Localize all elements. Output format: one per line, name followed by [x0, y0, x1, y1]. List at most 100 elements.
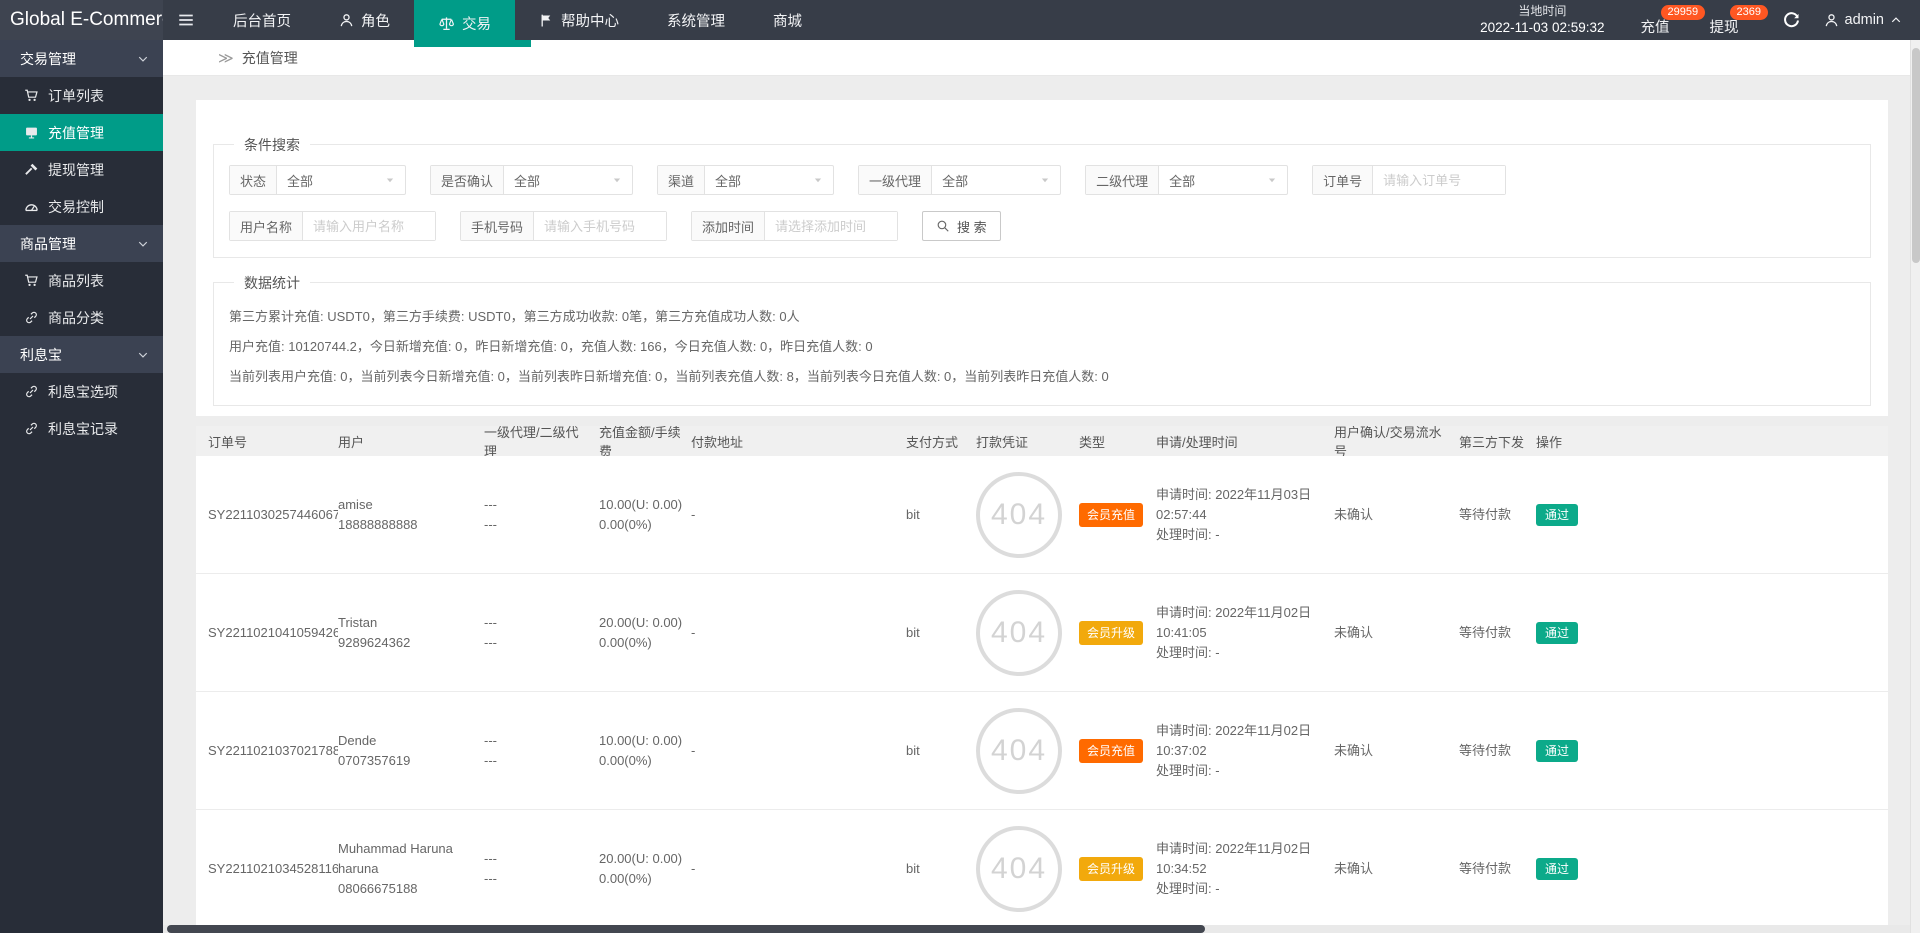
- filter-input[interactable]: [1373, 166, 1505, 194]
- column-header-0: 订单号: [208, 426, 338, 456]
- filter-select-value: 全部: [1169, 171, 1195, 190]
- user-name: amise: [338, 495, 476, 515]
- nav-tab-label: 角色: [361, 10, 390, 31]
- pay-address-cell: -: [691, 692, 906, 809]
- header-right: 当地时间 2022-11-03 02:59:32 充值 29959 提现 236…: [1480, 0, 1920, 40]
- vertical-scrollbar-thumb[interactable]: [1912, 48, 1920, 263]
- type-badge: 会员充值: [1079, 503, 1143, 527]
- caret-down-icon: [1267, 175, 1277, 185]
- horizontal-scrollbar: [163, 925, 1910, 933]
- type-badge: 会员升级: [1079, 621, 1143, 645]
- page-content: 条件搜索 状态全部是否确认全部渠道全部一级代理全部二级代理全部订单号 用户名称手…: [163, 76, 1910, 933]
- filter-row-1: 状态全部是否确认全部渠道全部一级代理全部二级代理全部订单号: [229, 165, 1855, 195]
- action-cell: 通过: [1536, 692, 1888, 809]
- refresh-button[interactable]: [1783, 12, 1800, 29]
- order-no-cell: SY2211021034528116: [208, 810, 338, 927]
- column-header-1: 用户: [338, 426, 484, 456]
- sidebar-item-3[interactable]: 提现管理: [0, 151, 163, 188]
- filter-input[interactable]: [765, 212, 897, 240]
- sidebar-toggle-button[interactable]: [163, 0, 209, 40]
- link-icon: [24, 310, 39, 325]
- filter-select[interactable]: 全部: [277, 166, 405, 194]
- time-cell: 申请时间: 2022年11月02日 10:37:02处理时间: -: [1156, 692, 1334, 809]
- nav-tab-1[interactable]: 角色: [315, 0, 414, 40]
- sidebar: 交易管理订单列表充值管理提现管理交易控制商品管理商品列表商品分类利息宝利息宝选项…: [0, 40, 163, 933]
- user-icon: [339, 13, 354, 28]
- sidebar-item-6[interactable]: 商品列表: [0, 262, 163, 299]
- filter-label: 用户名称: [230, 212, 303, 240]
- filter-渠道: 渠道全部: [657, 165, 834, 195]
- filter-select[interactable]: 全部: [932, 166, 1060, 194]
- apply-time: 申请时间: 2022年11月02日 10:37:02: [1156, 721, 1326, 761]
- card-icon: [24, 125, 39, 140]
- confirm-cell: 未确认: [1334, 574, 1459, 691]
- filter-input[interactable]: [303, 212, 435, 240]
- filter-是否确认: 是否确认全部: [430, 165, 633, 195]
- approve-button[interactable]: 通过: [1536, 740, 1578, 762]
- nav-tab-label: 商城: [773, 10, 802, 31]
- table-row: SY2211021041059426Tristan9289624362-----…: [196, 574, 1888, 692]
- filter-select[interactable]: 全部: [504, 166, 632, 194]
- approve-button[interactable]: 通过: [1536, 504, 1578, 526]
- nav-tab-3[interactable]: 帮助中心: [515, 0, 643, 40]
- local-time-label: 当地时间: [1480, 4, 1604, 19]
- type-cell: 会员升级: [1079, 574, 1156, 691]
- voucher-404-image: 404: [976, 472, 1062, 558]
- sidebar-group-0[interactable]: 交易管理: [0, 40, 163, 77]
- agents-cell: ------: [484, 692, 599, 809]
- filter-select-value: 全部: [942, 171, 968, 190]
- sidebar-group-label: 商品管理: [20, 234, 76, 254]
- sidebar-item-1[interactable]: 订单列表: [0, 77, 163, 114]
- search-button[interactable]: 搜 索: [922, 211, 1001, 241]
- sidebar-item-10[interactable]: 利息宝记录: [0, 410, 163, 447]
- sidebar-item-4[interactable]: 交易控制: [0, 188, 163, 225]
- sidebar-item-7[interactable]: 商品分类: [0, 299, 163, 336]
- pay-method-cell: bit: [906, 810, 976, 927]
- process-time: 处理时间: -: [1156, 525, 1326, 545]
- filter-label: 订单号: [1313, 166, 1373, 194]
- confirm-cell: 未确认: [1334, 692, 1459, 809]
- app-logo: Global E-Commerce...: [0, 0, 163, 40]
- sidebar-item-2[interactable]: 充值管理: [0, 114, 163, 151]
- table-row: SY2211030257446067amise18888888888------…: [196, 456, 1888, 574]
- nav-tab-5[interactable]: 商城: [749, 0, 826, 40]
- filter-stats-card: 条件搜索 状态全部是否确认全部渠道全部一级代理全部二级代理全部订单号 用户名称手…: [196, 100, 1888, 416]
- filter-select[interactable]: 全部: [705, 166, 833, 194]
- caret-down-icon: [612, 175, 622, 185]
- sidebar-group-5[interactable]: 商品管理: [0, 225, 163, 262]
- filter-用户名称: 用户名称: [229, 211, 436, 241]
- user-name: Muhammad Haruna haruna: [338, 839, 476, 879]
- nav-tab-2[interactable]: 交易: [414, 0, 515, 47]
- horizontal-scrollbar-thumb[interactable]: [167, 925, 1205, 933]
- link-icon: [24, 421, 39, 436]
- caret-down-icon: [385, 175, 395, 185]
- nav-tab-label: 系统管理: [667, 10, 725, 31]
- amount-cell: 10.00(U: 0.00)0.00(0%): [599, 456, 691, 573]
- voucher-404-image: 404: [976, 590, 1062, 676]
- user-menu[interactable]: admin: [1824, 12, 1903, 28]
- action-cell: 通过: [1536, 456, 1888, 573]
- user-phone: 0707357619: [338, 751, 476, 771]
- main-nav: 后台首页角色交易帮助中心系统管理商城: [209, 0, 826, 40]
- pay-method-cell: bit: [906, 456, 976, 573]
- filter-select[interactable]: 全部: [1159, 166, 1287, 194]
- approve-button[interactable]: 通过: [1536, 858, 1578, 880]
- recharge-counter[interactable]: 充值 29959: [1635, 4, 1704, 37]
- sidebar-group-8[interactable]: 利息宝: [0, 336, 163, 373]
- agents-cell: ------: [484, 456, 599, 573]
- nav-tab-4[interactable]: 系统管理: [643, 0, 749, 40]
- pay-method-cell: bit: [906, 574, 976, 691]
- main-area: ≫ 充值管理 条件搜索 状态全部是否确认全部渠道全部一级代理全部二级代理全部订单…: [163, 40, 1910, 933]
- process-time: 处理时间: -: [1156, 761, 1326, 781]
- approve-button[interactable]: 通过: [1536, 622, 1578, 644]
- search-button-label: 搜 索: [957, 217, 987, 236]
- process-time: 处理时间: -: [1156, 879, 1326, 899]
- time-cell: 申请时间: 2022年11月02日 10:41:05处理时间: -: [1156, 574, 1334, 691]
- filter-input[interactable]: [534, 212, 666, 240]
- amount-cell: 20.00(U: 0.00)0.00(0%): [599, 574, 691, 691]
- sidebar-item-9[interactable]: 利息宝选项: [0, 373, 163, 410]
- nav-tab-0[interactable]: 后台首页: [209, 0, 315, 40]
- withdraw-counter[interactable]: 提现 2369: [1704, 4, 1773, 37]
- filter-label: 添加时间: [692, 212, 765, 240]
- sidebar-item-label: 充值管理: [48, 123, 104, 143]
